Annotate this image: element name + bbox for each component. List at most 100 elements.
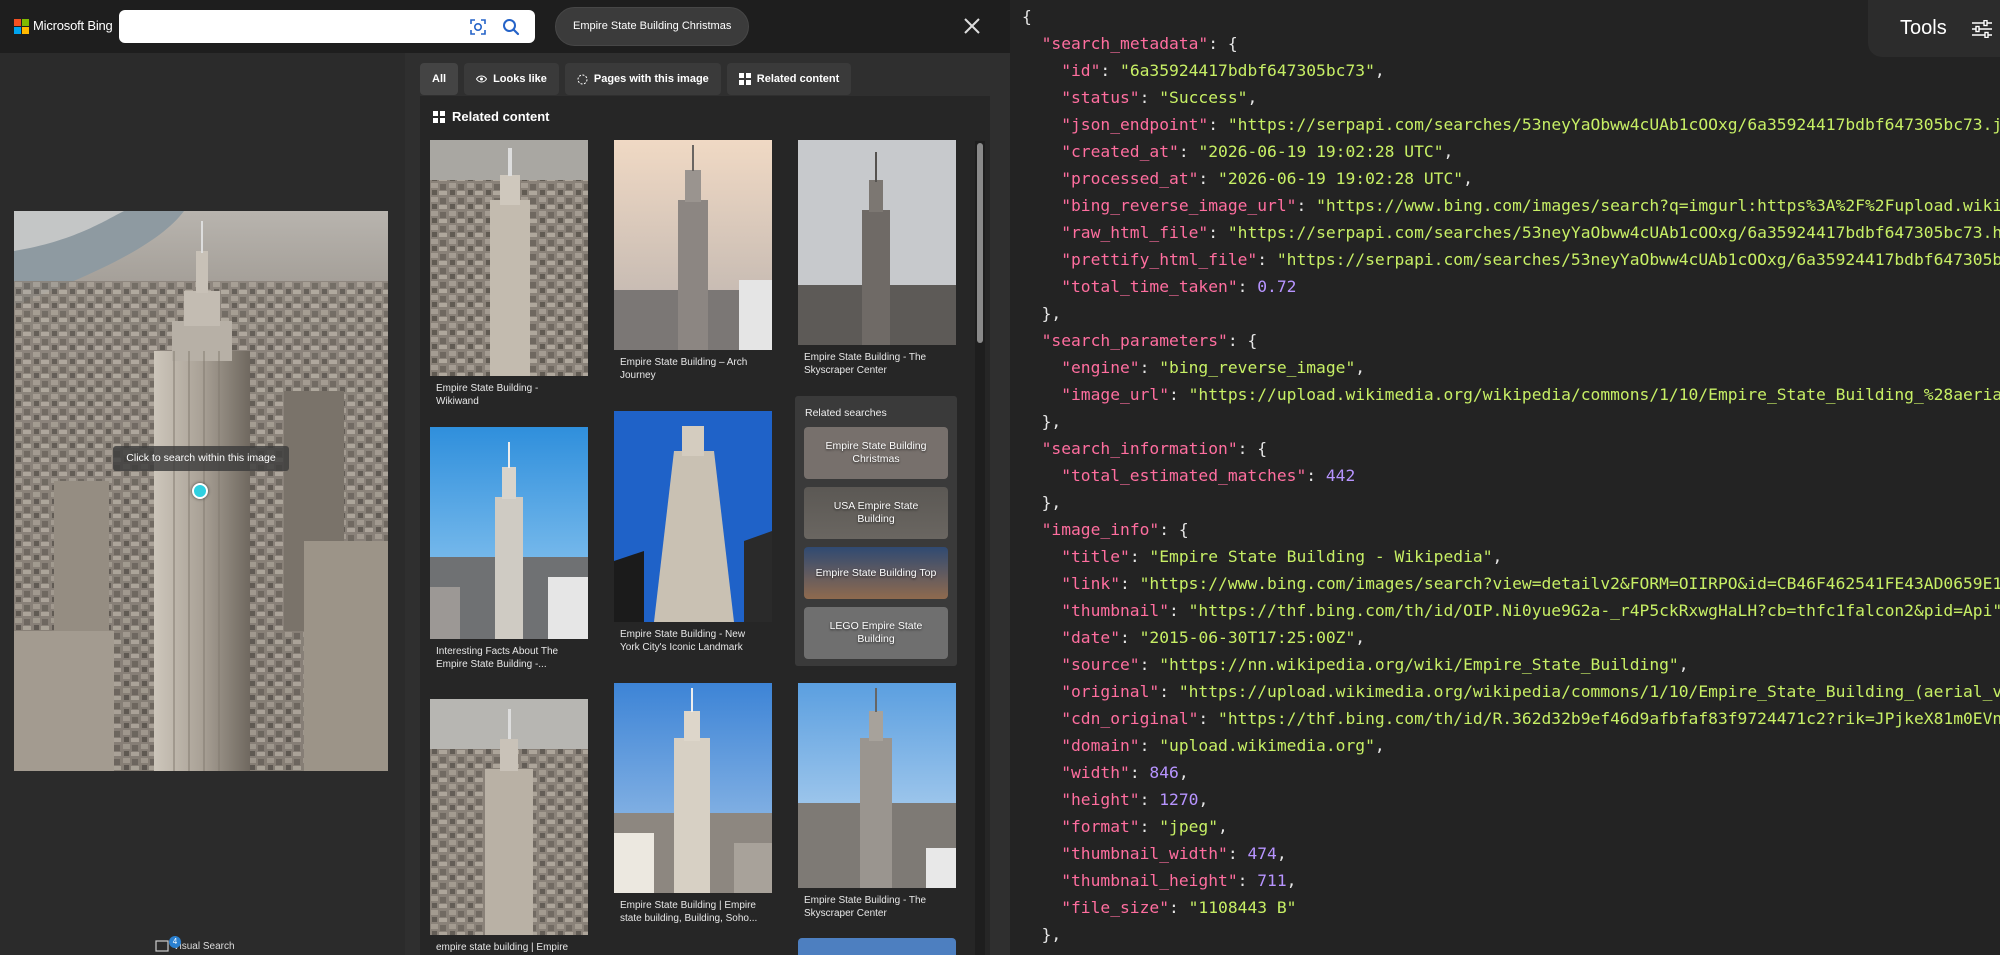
json-punct: : <box>1227 844 1248 863</box>
json-key: "search_parameters" <box>1041 331 1228 350</box>
json-punct: , <box>1286 871 1297 890</box>
json-key: "raw_html_file" <box>1061 223 1209 242</box>
json-line: "image_url": "https://upload.wikimedia.o… <box>1061 381 2000 408</box>
results-scrollbar-thumb[interactable] <box>977 143 983 343</box>
json-string: "https://nn.wikipedia.org/wiki/Empire_St… <box>1159 655 1679 674</box>
result-card[interactable]: Empire State Building - New York City's … <box>614 411 772 654</box>
json-punct: : <box>1129 547 1150 566</box>
json-line: "thumbnail": "https://thf.bing.com/th/id… <box>1061 597 2000 624</box>
search-icon[interactable] <box>500 16 522 38</box>
result-card[interactable]: Empire State Building - The Skyscraper C… <box>798 140 956 377</box>
json-number: 442 <box>1325 466 1356 485</box>
json-punct: : <box>1139 736 1160 755</box>
json-string: "jpeg" <box>1159 817 1219 836</box>
json-line: "thumbnail_width": 474, <box>1061 840 1286 867</box>
json-number: 474 <box>1247 844 1277 863</box>
tools-menu[interactable]: Tools <box>1868 0 2000 57</box>
search-hotspot-dot[interactable] <box>192 483 208 499</box>
related-search-item[interactable]: USA Empire State Building <box>804 487 948 539</box>
related-search-item[interactable]: Empire State Building Christmas <box>804 427 948 479</box>
json-string: "https://www.bing.com/images/search?q=im… <box>1316 196 2000 215</box>
related-search-chip[interactable]: Empire State Building Christmas <box>555 7 750 46</box>
json-number: 0.72 <box>1257 277 1297 296</box>
result-caption: Empire State Building - Wikiwand <box>436 383 539 407</box>
json-punct: : <box>1237 871 1258 890</box>
result-thumbnail <box>430 427 588 639</box>
result-card[interactable]: Interesting Facts About The Empire State… <box>430 427 588 671</box>
json-key: "thumbnail_width" <box>1061 844 1228 863</box>
json-key: "domain" <box>1061 736 1140 755</box>
tab-all[interactable]: All <box>420 63 459 95</box>
json-key: "date" <box>1061 628 1121 647</box>
visual-search-button[interactable]: Visual Search <box>155 940 235 952</box>
json-line: "created_at": "2026-06-19 19:02:28 UTC", <box>1061 138 1453 165</box>
result-card[interactable]: Empire State Building | Empire state bui… <box>614 683 772 925</box>
json-line: "prettify_html_file": "https://serpapi.c… <box>1061 246 2000 273</box>
json-string: "2015-06-30T17:25:00Z" <box>1139 628 1356 647</box>
json-line: "file_size": "1108443 B" <box>1061 894 1296 921</box>
json-key: "created_at" <box>1061 142 1179 161</box>
json-line: { <box>1022 3 1032 30</box>
json-line: "raw_html_file": "https://serpapi.com/se… <box>1061 219 2000 246</box>
search-input[interactable] <box>127 14 457 39</box>
json-key: "cdn_original" <box>1061 709 1199 728</box>
json-punct: , <box>1374 61 1385 80</box>
result-card[interactable]: Empire State Building – Arch Journey <box>614 140 772 382</box>
json-punct: : <box>1139 88 1160 107</box>
json-line: }, <box>1042 489 1062 516</box>
json-punct: : { <box>1227 331 1258 350</box>
bing-visual-search-panel: Microsoft Bing Empire State Building Chr… <box>0 0 1010 955</box>
result-card[interactable]: empire state building | Empire <box>430 699 588 954</box>
json-string: "6a35924417bdbf647305bc73" <box>1120 61 1375 80</box>
json-punct: , <box>1463 169 1473 188</box>
json-key: "total_time_taken" <box>1061 277 1238 296</box>
result-thumbnail <box>614 683 772 893</box>
json-line: "total_estimated_matches": 442 <box>1061 462 1355 489</box>
json-key: "json_endpoint" <box>1061 115 1209 134</box>
json-string: "https://upload.wikimedia.org/wikipedia/… <box>1188 385 2000 404</box>
related-search-item[interactable]: Empire State Building Top <box>804 547 948 599</box>
json-key: "width" <box>1061 763 1130 782</box>
json-punct: , <box>1355 358 1366 377</box>
tab-related-content[interactable]: Related content <box>726 63 852 95</box>
json-string: "upload.wikimedia.org" <box>1159 736 1375 755</box>
json-punct: , <box>1492 547 1503 566</box>
json-key: "bing_reverse_image_url" <box>1061 196 1297 215</box>
bing-logo[interactable]: Microsoft Bing <box>14 18 113 34</box>
json-punct: : <box>1159 682 1179 701</box>
result-tabs: All Looks like Pages with this image Rel… <box>420 63 852 95</box>
json-line: "bing_reverse_image_url": "https://www.b… <box>1061 192 2000 219</box>
visual-search-camera-icon[interactable] <box>467 16 489 38</box>
json-punct: : <box>1306 466 1326 485</box>
result-caption: Empire State Building - New York City's … <box>620 629 746 653</box>
result-card[interactable]: Empire State Building - The Skyscraper C… <box>798 683 956 920</box>
json-key: "id" <box>1061 61 1101 80</box>
sliders-icon <box>1971 19 1992 38</box>
result-card-partial[interactable] <box>798 938 956 955</box>
json-line: "source": "https://nn.wikipedia.org/wiki… <box>1061 651 1688 678</box>
result-caption: Interesting Facts About The Empire State… <box>436 646 559 670</box>
json-key: "format" <box>1061 817 1140 836</box>
microsoft-logo-icon <box>14 18 29 34</box>
tab-looks-like[interactable]: Looks like <box>464 63 559 95</box>
json-string: "1108443 B" <box>1188 898 1297 917</box>
result-thumbnail <box>614 140 772 350</box>
json-line: }, <box>1042 300 1062 327</box>
tab-pages-with-this-image[interactable]: Pages with this image <box>564 63 721 95</box>
result-caption: Empire State Building - The Skyscraper C… <box>804 352 927 376</box>
json-punct: , <box>1276 844 1287 863</box>
visual-search-label: Visual Search <box>173 940 235 952</box>
close-icon[interactable] <box>958 12 986 40</box>
visual-search-badge: 4 <box>169 936 181 948</box>
result-card[interactable]: Empire State Building - Wikiwand <box>430 140 588 408</box>
json-string: "Success" <box>1159 88 1248 107</box>
json-line: "format": "jpeg", <box>1061 813 1228 840</box>
json-line: "width": 846, <box>1061 759 1188 786</box>
json-string: "https://serpapi.com/searches/53neyYaObw… <box>1276 250 2000 269</box>
json-number: 711 <box>1257 871 1287 890</box>
json-punct: , <box>1355 628 1366 647</box>
related-search-item[interactable]: LEGO Empire State Building <box>804 607 948 659</box>
json-string: "2026-06-19 19:02:28 UTC" <box>1198 142 1444 161</box>
json-key: "total_estimated_matches" <box>1061 466 1307 485</box>
search-within-image-tooltip: Click to search within this image <box>113 446 289 471</box>
